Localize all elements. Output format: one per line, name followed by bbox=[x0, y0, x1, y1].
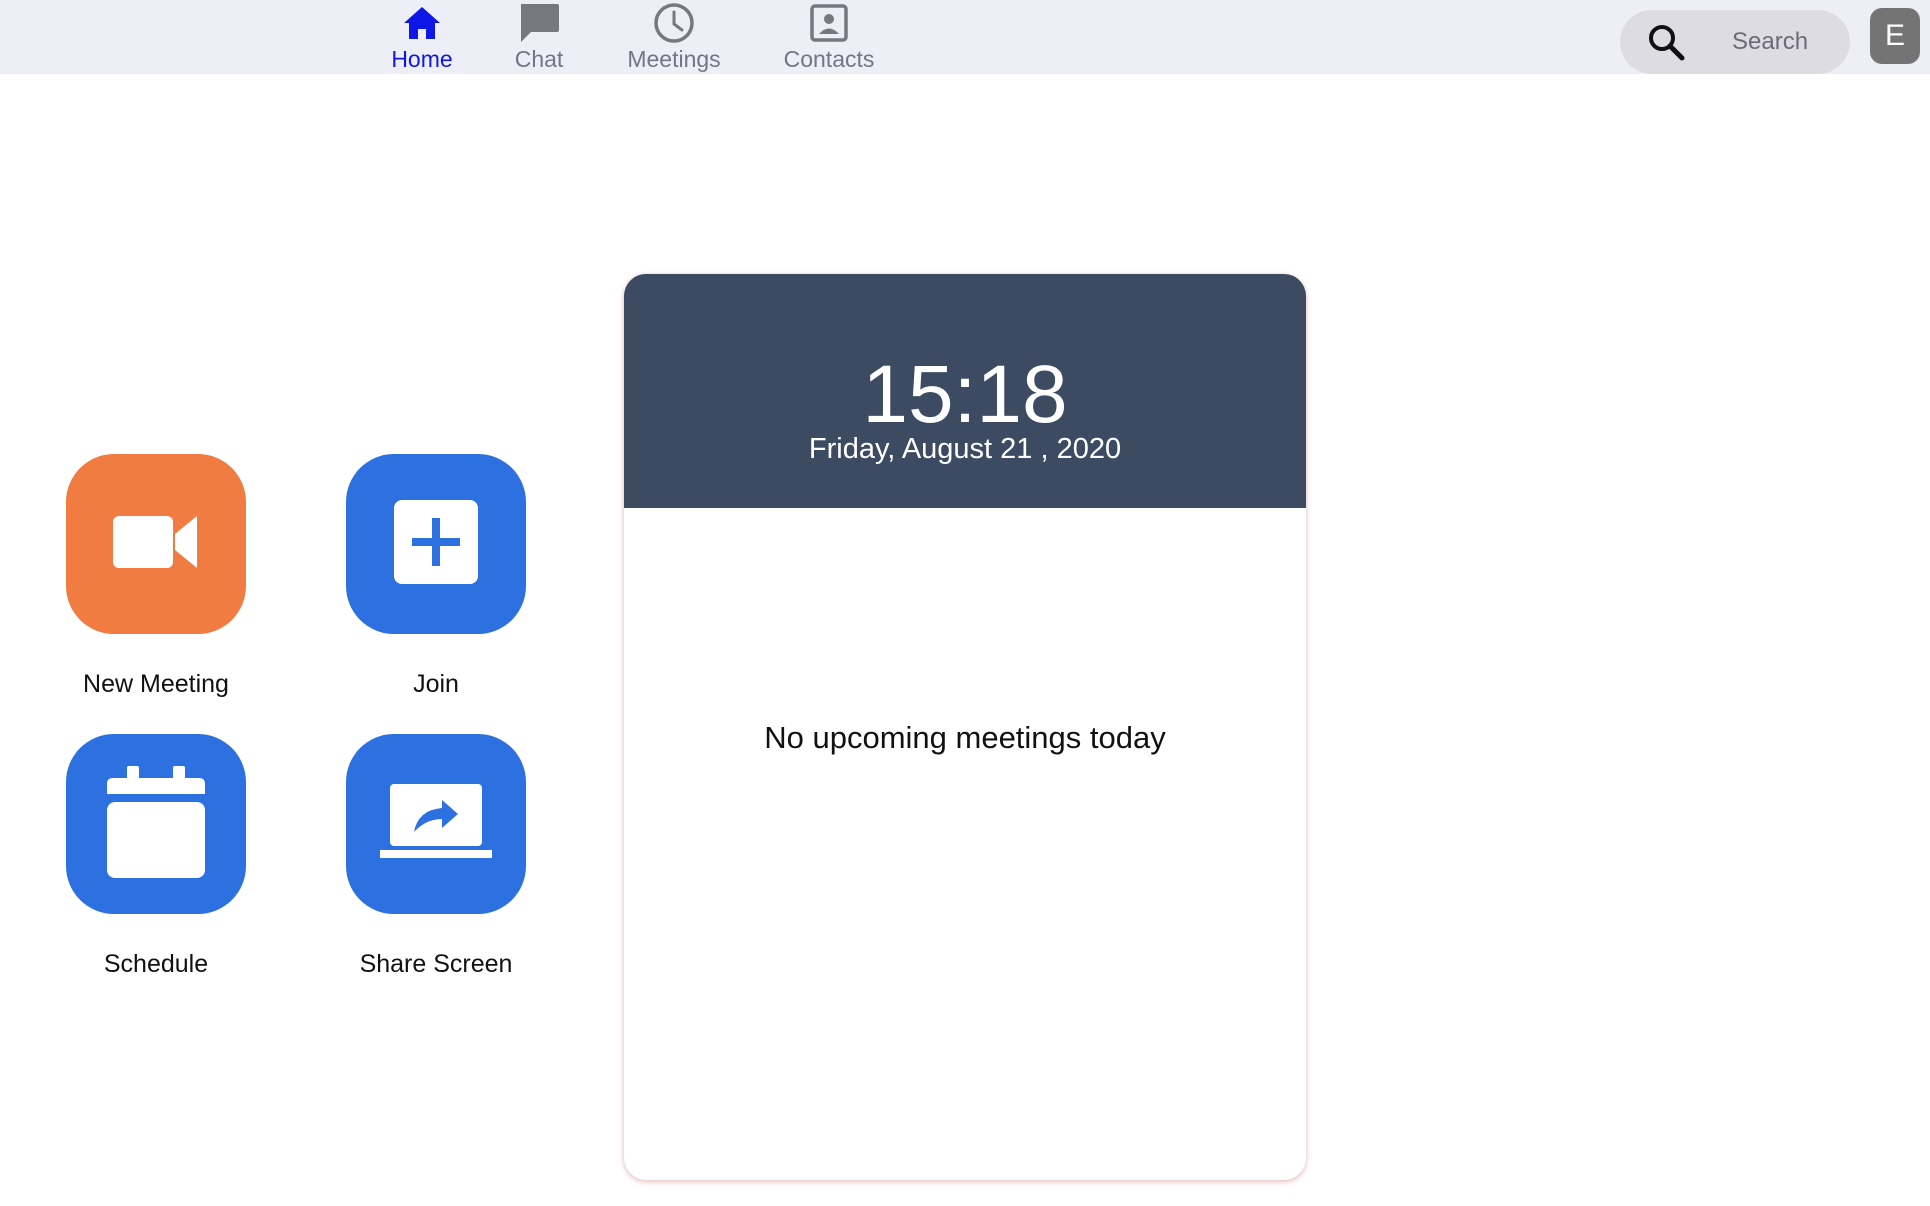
search-icon bbox=[1646, 22, 1686, 62]
user-avatar[interactable]: E bbox=[1870, 8, 1920, 64]
clock-time: 15:18 bbox=[862, 349, 1068, 440]
schedule-tile: Schedule bbox=[66, 734, 246, 979]
chat-icon bbox=[516, 0, 562, 46]
tab-contacts-label: Contacts bbox=[783, 46, 875, 72]
join-button[interactable] bbox=[346, 454, 526, 634]
join-label: Join bbox=[413, 670, 459, 698]
upcoming-meetings-card: 15:18 Friday, August 21 , 2020 No upcomi… bbox=[624, 274, 1306, 1180]
plus-icon bbox=[394, 499, 478, 589]
share-screen-label: Share Screen bbox=[359, 950, 513, 978]
schedule-button[interactable] bbox=[66, 734, 246, 914]
contact-card-icon bbox=[806, 0, 852, 46]
new-meeting-label: New Meeting bbox=[83, 670, 229, 698]
new-meeting-button[interactable] bbox=[66, 454, 246, 634]
tab-meetings[interactable]: Meetings bbox=[622, 0, 726, 74]
schedule-label: Schedule bbox=[103, 950, 209, 978]
clock-date: Friday, August 21 , 2020 bbox=[808, 433, 1122, 465]
clock-icon bbox=[651, 0, 697, 46]
share-screen-tile: Share Screen bbox=[346, 734, 526, 979]
video-camera-icon bbox=[113, 512, 199, 577]
tab-home-label: Home bbox=[391, 46, 453, 72]
search-input[interactable] bbox=[1730, 24, 1840, 60]
no-meetings-message: No upcoming meetings today bbox=[764, 720, 1166, 755]
tab-contacts[interactable]: Contacts bbox=[780, 0, 878, 74]
home-icon bbox=[399, 0, 445, 46]
join-tile: Join bbox=[346, 454, 526, 699]
tab-chat[interactable]: Chat bbox=[508, 0, 570, 74]
tab-meetings-label: Meetings bbox=[627, 46, 721, 72]
share-screen-button[interactable] bbox=[346, 734, 526, 914]
share-screen-icon bbox=[380, 783, 492, 865]
tab-chat-label: Chat bbox=[514, 46, 564, 72]
tab-home[interactable]: Home bbox=[386, 0, 458, 74]
new-meeting-tile: New Meeting bbox=[66, 454, 246, 699]
calendar-icon bbox=[107, 765, 205, 883]
search-box[interactable] bbox=[1620, 10, 1850, 74]
clock-header: 15:18 Friday, August 21 , 2020 bbox=[624, 274, 1306, 508]
top-navigation-bar: Home Chat Meetings Contacts Search E bbox=[0, 0, 1930, 74]
